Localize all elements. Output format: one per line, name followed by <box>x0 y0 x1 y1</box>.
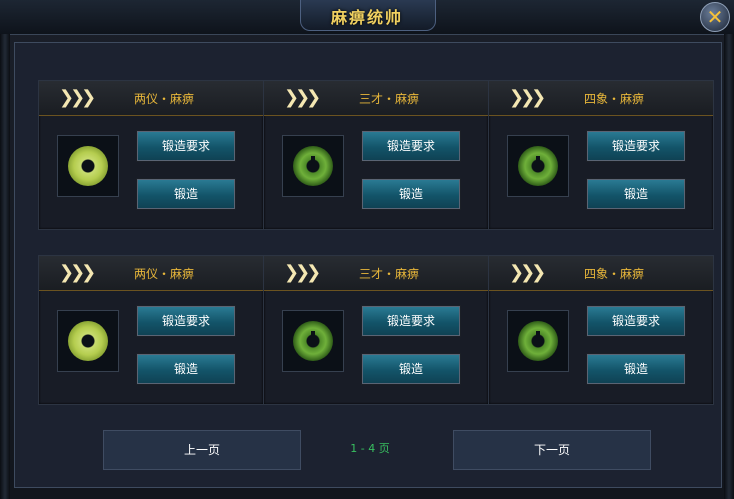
forge-requirements-button[interactable]: 锻造要求 <box>587 131 685 161</box>
jade-ring-icon <box>68 321 108 361</box>
card-header: ❯❯❯ 两仪・麻痹 <box>39 256 263 291</box>
forge-requirements-button[interactable]: 锻造要求 <box>362 131 460 161</box>
forge-card: ❯❯❯ 三才・麻痹 锻造要求 锻造 <box>263 255 489 405</box>
forge-button[interactable]: 锻造 <box>137 179 235 209</box>
item-slot[interactable] <box>282 135 344 197</box>
item-slot[interactable] <box>57 310 119 372</box>
jade-ring-icon <box>293 321 333 361</box>
forge-button[interactable]: 锻造 <box>137 354 235 384</box>
jade-notch <box>311 331 315 343</box>
jade-ring-icon <box>293 146 333 186</box>
forge-requirements-button[interactable]: 锻造要求 <box>362 306 460 336</box>
page-indicator: 1 - 4 页 <box>350 442 390 455</box>
card-title: 两仪・麻痹 <box>133 267 194 281</box>
card-title: 三才・麻痹 <box>358 267 419 281</box>
item-slot[interactable] <box>507 310 569 372</box>
forge-card: ❯❯❯ 两仪・麻痹 锻造要求 锻造 <box>38 255 264 405</box>
chevrons-icon: ❯❯❯ <box>509 87 546 108</box>
card-title: 三才・麻痹 <box>358 92 419 106</box>
chevrons-icon: ❯❯❯ <box>284 87 321 108</box>
card-title: 四象・麻痹 <box>583 92 644 106</box>
chevrons-icon: ❯❯❯ <box>509 262 546 283</box>
close-icon[interactable]: ✕ <box>700 2 730 32</box>
card-header: ❯❯❯ 四象・麻痹 <box>489 81 713 116</box>
forge-card: ❯❯❯ 三才・麻痹 锻造要求 锻造 <box>263 80 489 230</box>
next-page-button[interactable]: 下一页 <box>453 430 651 470</box>
forge-card: ❯❯❯ 四象・麻痹 锻造要求 锻造 <box>488 255 714 405</box>
jade-ring-icon <box>518 321 558 361</box>
jade-ring-icon <box>518 146 558 186</box>
forge-card: ❯❯❯ 四象・麻痹 锻造要求 锻造 <box>488 80 714 230</box>
jade-ring-icon <box>68 146 108 186</box>
right-border-ornament <box>724 34 734 499</box>
chevrons-icon: ❯❯❯ <box>59 87 96 108</box>
card-header: ❯❯❯ 三才・麻痹 <box>264 81 488 116</box>
prev-page-button[interactable]: 上一页 <box>103 430 301 470</box>
jade-notch <box>536 156 540 168</box>
left-border-ornament <box>0 34 10 499</box>
jade-notch <box>536 331 540 343</box>
forge-requirements-button[interactable]: 锻造要求 <box>137 306 235 336</box>
forge-button[interactable]: 锻造 <box>587 179 685 209</box>
forge-window: 麻痹统帅 ✕ ❯❯❯ 两仪・麻痹 锻造要求 锻造 ❯❯❯ 三才・麻痹 锻造要求 … <box>0 0 734 499</box>
card-title: 两仪・麻痹 <box>133 92 194 106</box>
card-header: ❯❯❯ 两仪・麻痹 <box>39 81 263 116</box>
forge-requirements-button[interactable]: 锻造要求 <box>587 306 685 336</box>
forge-button[interactable]: 锻造 <box>362 179 460 209</box>
window-title: 麻痹统帅 <box>330 8 403 27</box>
card-header: ❯❯❯ 三才・麻痹 <box>264 256 488 291</box>
card-title: 四象・麻痹 <box>583 267 644 281</box>
item-slot[interactable] <box>57 135 119 197</box>
chevrons-icon: ❯❯❯ <box>284 262 321 283</box>
item-slot[interactable] <box>507 135 569 197</box>
jade-notch <box>311 156 315 168</box>
item-slot[interactable] <box>282 310 344 372</box>
forge-requirements-button[interactable]: 锻造要求 <box>137 131 235 161</box>
forge-button[interactable]: 锻造 <box>587 354 685 384</box>
card-header: ❯❯❯ 四象・麻痹 <box>489 256 713 291</box>
forge-card: ❯❯❯ 两仪・麻痹 锻造要求 锻造 <box>38 80 264 230</box>
chevrons-icon: ❯❯❯ <box>59 262 96 283</box>
forge-button[interactable]: 锻造 <box>362 354 460 384</box>
